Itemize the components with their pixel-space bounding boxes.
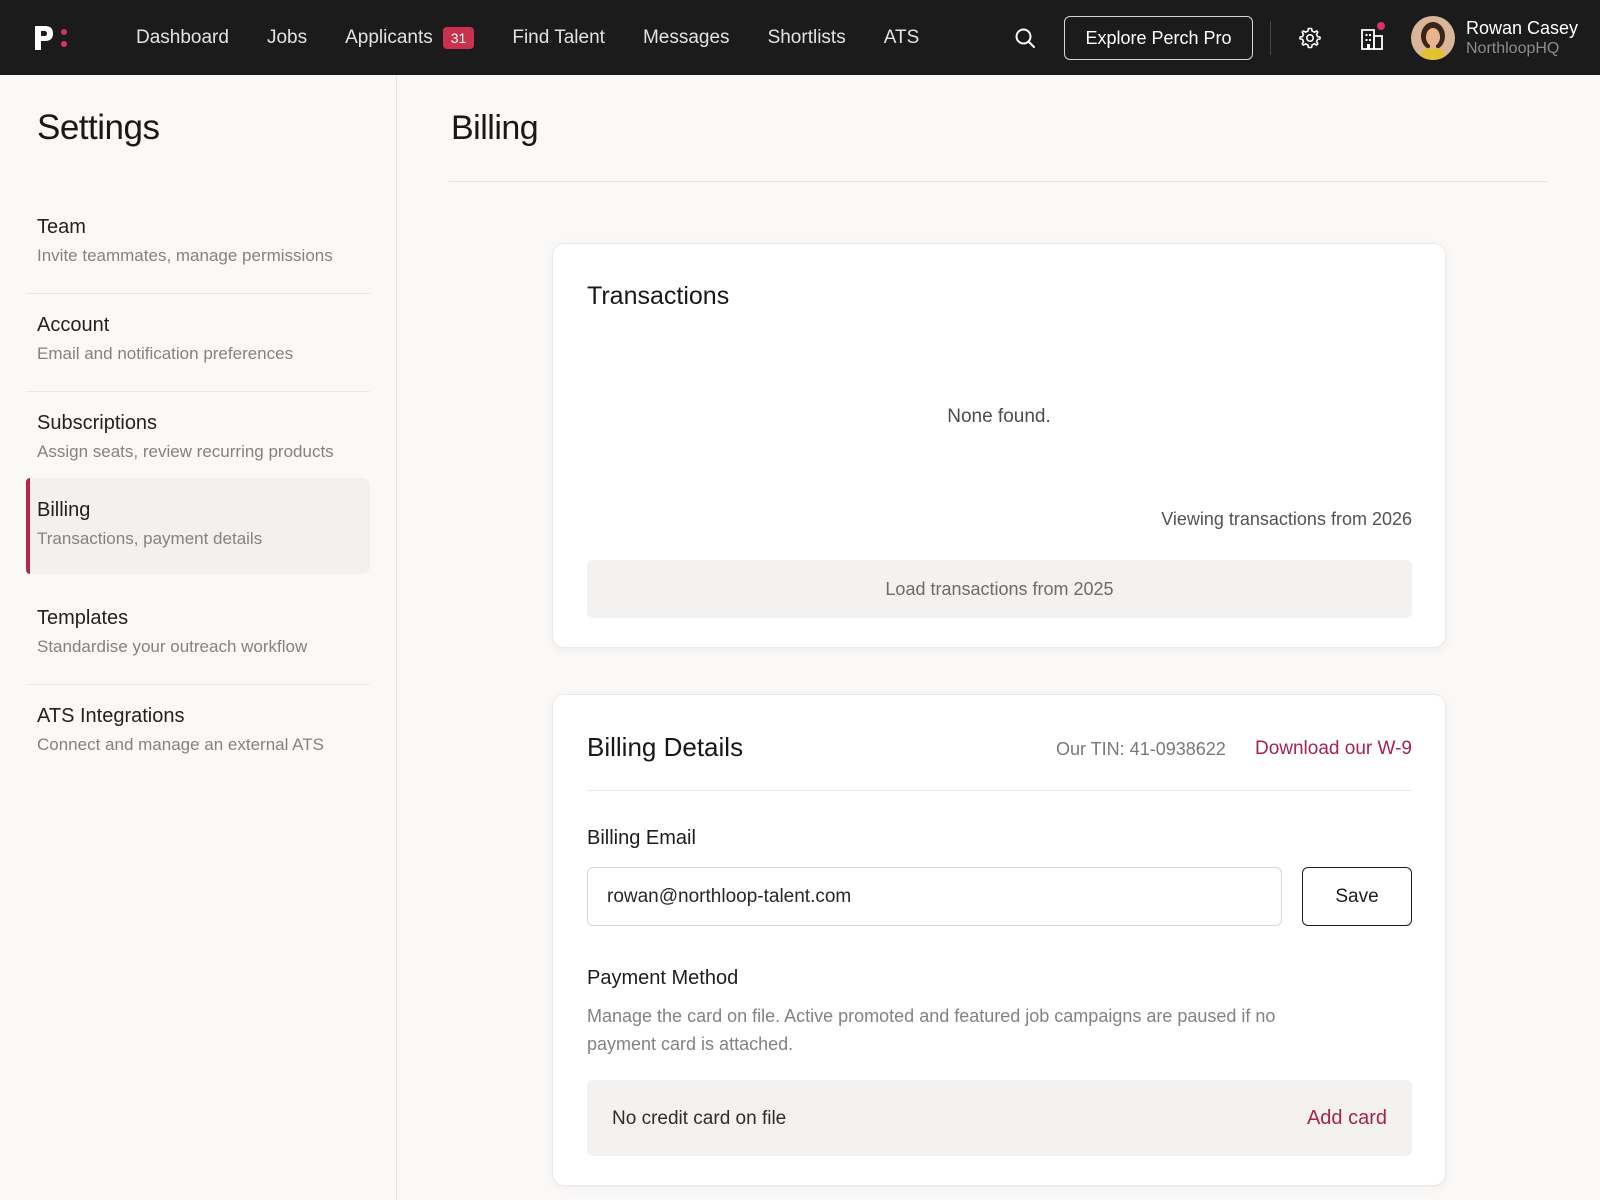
sidebar-item-description: Email and notification preferences [37,344,294,363]
sidebar-item-label: Account [37,314,110,336]
payment-card-row: No credit card on file Add card [587,1080,1412,1156]
nav-link-label: Dashboard [136,26,229,48]
nav-link-label: Applicants [345,26,433,48]
nav-link-jobs[interactable]: Jobs [267,27,307,49]
transactions-card: Transactions None found. Viewing transac… [552,243,1446,648]
sidebar-item-templates[interactable]: Templates Standardise your outreach work… [26,589,370,685]
sidebar-item-label: Templates [37,607,129,629]
nav-divider [1270,21,1271,55]
billing-details-divider [587,790,1412,791]
nav-link-label: Messages [642,26,730,48]
sidebar-item-label: Subscriptions [37,412,158,434]
nav-link-label: ATS [883,26,920,48]
explore-pro-button[interactable]: Explore Perch Pro [1064,16,1253,60]
transactions-title: Transactions [587,282,730,310]
no-card-text: No credit card on file [612,1108,787,1129]
sidebar-item-team[interactable]: Team Invite teammates, manage permission… [26,198,370,294]
sidebar-item-description: Assign seats, review recurring products [37,442,334,461]
sidebar-item-billing[interactable]: Billing Transactions, payment details [26,478,370,574]
search-icon[interactable] [1013,26,1037,50]
settings-title: Settings [37,108,160,147]
main-nav-links: Dashboard Jobs Applicants 31 Find Talent … [136,0,957,75]
user-organization: NorthloopHQ [1466,40,1560,57]
sidebar-item-ats-integrations[interactable]: ATS Integrations Connect and manage an e… [26,687,370,783]
payment-method-label: Payment Method [587,967,739,989]
perch-logo-icon[interactable] [33,24,73,52]
sidebar-divider [26,684,370,685]
sidebar-item-label: ATS Integrations [37,705,185,727]
sidebar-item-label: Billing [37,499,91,521]
nav-link-find-talent[interactable]: Find Talent [512,27,605,49]
save-button[interactable]: Save [1302,867,1412,926]
transactions-viewing-year: Viewing transactions from 2026 [1161,509,1412,529]
nav-link-label: Find Talent [512,26,605,48]
active-indicator [26,478,30,574]
billing-details-card: Billing Details Our TIN: 41-0938622 Down… [552,694,1446,1186]
sidebar-item-description: Standardise your outreach workflow [37,637,308,656]
download-w9-link[interactable]: Download our W-9 [1255,738,1412,760]
user-avatar-image [1411,16,1455,60]
top-navigation-bar: Dashboard Jobs Applicants 31 Find Talent … [0,0,1600,75]
nav-link-shortlists[interactable]: Shortlists [768,27,846,49]
sidebar-item-description: Connect and manage an external ATS [37,735,324,754]
nav-link-ats[interactable]: ATS [884,27,920,49]
page-title: Billing [451,109,539,147]
nav-link-messages[interactable]: Messages [643,27,730,49]
settings-sidebar: Settings Team Invite teammates, manage p… [0,75,397,1200]
sidebar-item-description: Invite teammates, manage permissions [37,246,333,265]
sidebar-divider [26,391,370,392]
avatar[interactable] [1411,16,1455,60]
load-previous-transactions-button[interactable]: Load transactions from 2025 [587,560,1412,618]
applicants-count-badge: 31 [442,26,475,49]
transactions-empty-state: None found. [947,406,1051,427]
nav-link-label: Shortlists [767,26,846,48]
sidebar-item-label: Team [37,216,86,238]
gear-icon[interactable] [1298,26,1322,50]
user-name: Rowan Casey [1466,18,1579,38]
billing-email-field[interactable] [587,867,1282,926]
sidebar-item-account[interactable]: Account Email and notification preferenc… [26,296,370,392]
sidebar-item-subscriptions[interactable]: Subscriptions Assign seats, review recur… [26,394,370,490]
billing-email-label: Billing Email [587,827,696,849]
tin-number: Our TIN: 41-0938622 [1056,739,1226,759]
sidebar-item-description: Transactions, payment details [37,529,263,548]
nav-link-label: Jobs [266,26,308,48]
notification-dot [1377,22,1385,30]
add-card-link[interactable]: Add card [1307,1107,1387,1130]
billing-details-title: Billing Details [587,732,744,762]
nav-link-applicants[interactable]: Applicants 31 [345,26,475,49]
title-divider [449,181,1548,182]
sidebar-divider [26,293,370,294]
nav-link-dashboard[interactable]: Dashboard [136,27,229,49]
payment-method-description: Manage the card on file. Active promoted… [587,1006,1276,1054]
